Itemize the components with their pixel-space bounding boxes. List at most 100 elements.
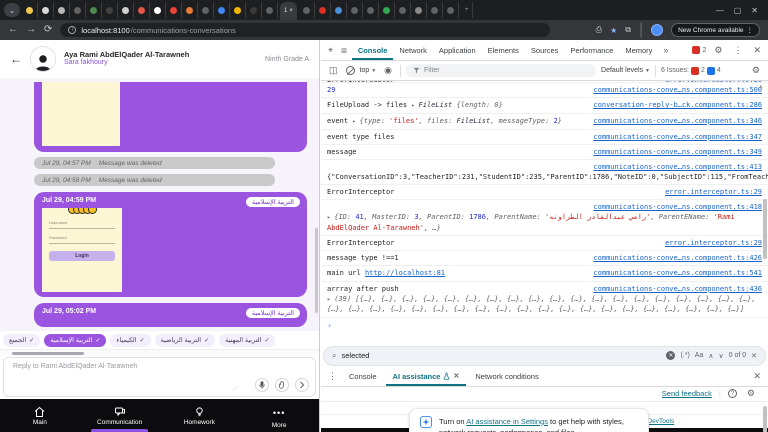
- login-screenshot-attachment[interactable]: Username Password Login: [42, 208, 122, 292]
- ai-panel-scrollbar[interactable]: [763, 406, 767, 432]
- console-row[interactable]: error.interceptor.ts:29ErrorInterceptor: [321, 236, 768, 251]
- browser-tab[interactable]: [347, 2, 363, 18]
- console-prompt[interactable]: ›: [321, 318, 768, 333]
- match-case-toggle[interactable]: Aa: [695, 352, 704, 359]
- attachment-button[interactable]: [275, 378, 289, 392]
- browser-tab[interactable]: [166, 2, 182, 18]
- message-list[interactable]: Jul 29, 04:57 PM Message was deleted Jul…: [0, 78, 319, 331]
- browser-tab[interactable]: [427, 2, 443, 18]
- address-bar[interactable]: i localhost:8100/communications-conversa…: [60, 23, 550, 37]
- console-source-link[interactable]: communications-conve…ns.component.ts:426: [593, 253, 762, 263]
- extensions-icon[interactable]: ⧉: [625, 25, 631, 35]
- search-close-icon[interactable]: ✕: [751, 352, 757, 360]
- browser-tab[interactable]: [411, 2, 427, 18]
- devtools-tab-application[interactable]: Application: [433, 40, 482, 60]
- subject-chip-1[interactable]: التربية الإسلامية✓: [44, 334, 106, 347]
- search-previous-icon[interactable]: ∧: [708, 352, 713, 360]
- close-ai-tab-icon[interactable]: ✕: [453, 372, 459, 380]
- console-row[interactable]: conversation-reply-b…ck.component.ts:286…: [321, 98, 768, 114]
- browser-tab[interactable]: [102, 2, 118, 18]
- back-button[interactable]: ←: [8, 25, 18, 35]
- console-row[interactable]: error.interceptor.ts:29ErrorInterceptor: [321, 185, 768, 200]
- window-close-button[interactable]: ✕: [751, 6, 758, 15]
- chrome-menu-icon[interactable]: ⋮: [747, 26, 754, 34]
- console-source-link[interactable]: communications-conve…ns.component.ts:349: [593, 147, 762, 157]
- clear-search-icon[interactable]: ✕: [666, 351, 675, 360]
- browser-tab[interactable]: [230, 2, 246, 18]
- browser-tab[interactable]: [22, 2, 38, 18]
- devtools-tab-performance[interactable]: Performance: [564, 40, 619, 60]
- browser-tab[interactable]: [150, 2, 166, 18]
- expand-arrow-icon[interactable]: ▸: [411, 102, 418, 109]
- devtools-tab-elements[interactable]: Elements: [482, 40, 525, 60]
- devtools-close-icon[interactable]: ✕: [750, 45, 764, 56]
- subject-chip-2[interactable]: الكيمياء✓: [110, 334, 150, 347]
- console-settings-icon[interactable]: ⚙: [749, 65, 763, 76]
- window-minimize-button[interactable]: —: [716, 6, 724, 15]
- window-maximize-button[interactable]: ▢: [734, 6, 742, 15]
- send-button[interactable]: ›: [295, 378, 309, 392]
- browser-tab[interactable]: [54, 2, 70, 18]
- chips-horizontal-scrollbar[interactable]: [0, 349, 319, 356]
- browser-tab[interactable]: [118, 2, 134, 18]
- help-icon[interactable]: ?: [728, 389, 737, 398]
- console-filter-input[interactable]: Filter: [406, 64, 596, 77]
- context-selector[interactable]: top ▼: [360, 67, 377, 74]
- console-row[interactable]: communications-conve…ns.component.ts:436…: [321, 282, 768, 318]
- browser-tab[interactable]: [134, 2, 150, 18]
- inspect-element-icon[interactable]: ⌖: [325, 45, 336, 56]
- subject-chip-4[interactable]: التربية المهنية✓: [219, 334, 275, 347]
- chat-scrollbar[interactable]: [315, 228, 318, 313]
- new-tab-button[interactable]: +: [461, 2, 474, 18]
- console-sidebar-icon[interactable]: ◫: [326, 65, 341, 76]
- bookmark-star-icon[interactable]: ★: [610, 26, 617, 35]
- console-source-link[interactable]: communications-conve…ns.component.ts:500: [593, 85, 762, 95]
- console-row[interactable]: communications-conve…ns.component.ts:413…: [321, 160, 768, 185]
- save-icon[interactable]: ⎙: [596, 25, 602, 35]
- tab-close-icon[interactable]: ×: [289, 8, 293, 14]
- browser-tab[interactable]: [70, 2, 86, 18]
- drawer-close-icon[interactable]: ✕: [750, 371, 764, 382]
- nav-item-main[interactable]: Main: [0, 399, 80, 432]
- tab-search-button[interactable]: ⌄: [4, 3, 20, 17]
- drawer-menu-icon[interactable]: ⋮: [325, 371, 340, 382]
- browser-tab[interactable]: [331, 2, 347, 18]
- more-panels-icon[interactable]: »: [660, 45, 671, 55]
- devtools-tab-network[interactable]: Network: [393, 40, 433, 60]
- clear-console-icon[interactable]: [346, 66, 355, 75]
- send-feedback-link[interactable]: Send feedback: [662, 389, 712, 398]
- reload-button[interactable]: ⟳: [44, 25, 52, 35]
- scroll-up-arrow[interactable]: ▲: [759, 83, 766, 90]
- device-toolbar-icon[interactable]: ⧈: [338, 45, 350, 56]
- browser-tab[interactable]: [315, 2, 331, 18]
- console-row[interactable]: communications-conve…ns.component.ts:500…: [321, 83, 768, 98]
- ai-settings-link[interactable]: AI assistance in Settings: [466, 417, 548, 426]
- issues-counter[interactable]: 6 Issues: 2 4: [661, 67, 721, 75]
- console-source-link[interactable]: communications-conve…ns.component.ts:436: [593, 284, 762, 294]
- console-row[interactable]: communications-conve…ns.component.ts:426…: [321, 251, 768, 266]
- message-bubble-image[interactable]: [34, 82, 307, 152]
- browser-tab[interactable]: [443, 2, 459, 18]
- browser-tab[interactable]: [299, 2, 315, 18]
- browser-tab[interactable]: [379, 2, 395, 18]
- drawer-tab-console[interactable]: Console: [342, 367, 384, 386]
- resize-handle[interactable]: ⟋: [233, 387, 237, 394]
- devtools-tab-memory[interactable]: Memory: [619, 40, 658, 60]
- reply-box[interactable]: Reply to Rami AbdElQader Al-Tarawneh ⟋ ›: [3, 357, 316, 397]
- browser-tab[interactable]: [38, 2, 54, 18]
- subject-chip-0[interactable]: الجميع✓: [3, 334, 40, 347]
- forward-button[interactable]: →: [26, 25, 36, 35]
- scrollbar-thumb[interactable]: [12, 352, 84, 355]
- console-source-link[interactable]: communications-conve…ns.component.ts:541: [593, 268, 762, 278]
- devtools-settings-icon[interactable]: ⚙: [711, 45, 725, 56]
- console-error-badge[interactable]: 2: [692, 46, 706, 54]
- nav-item-communication[interactable]: Communication: [80, 399, 160, 432]
- subject-chip-3[interactable]: التربية الرياضية✓: [155, 334, 216, 347]
- teacher-name[interactable]: Sara fakhoury: [64, 59, 189, 68]
- devtools-tab-console[interactable]: Console: [352, 40, 394, 60]
- drawer-tab-ai-assistance[interactable]: AI assistance ✕: [386, 367, 467, 386]
- browser-tab[interactable]: [198, 2, 214, 18]
- browser-tab[interactable]: [86, 2, 102, 18]
- console-scrollbar[interactable]: [763, 199, 767, 259]
- console-source-link[interactable]: error.interceptor.ts:29: [665, 238, 762, 248]
